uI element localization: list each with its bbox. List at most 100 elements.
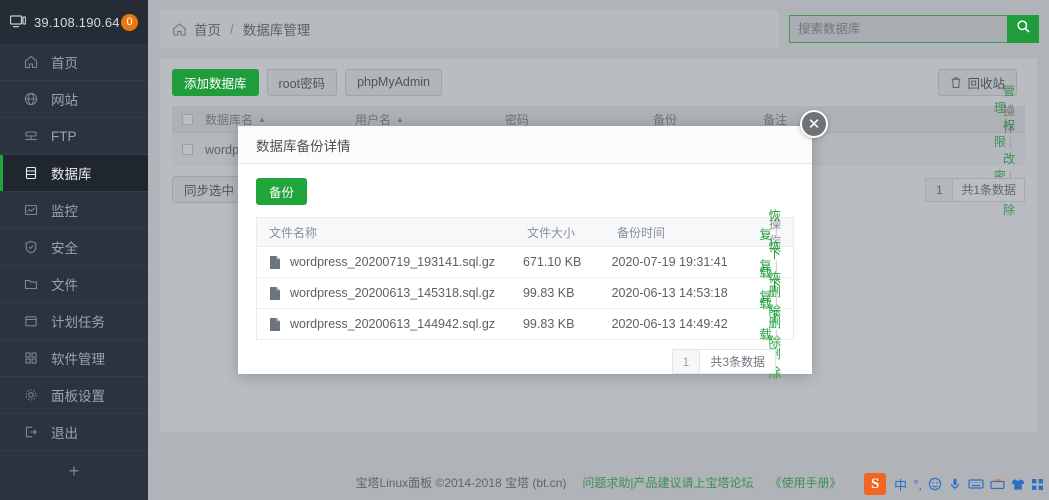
- sidebar-item-label: 监控: [51, 204, 78, 219]
- sidebar-item-label: 计划任务: [51, 315, 105, 330]
- cell-filesize: 671.10 KB: [522, 255, 582, 269]
- column-header-password: 密码: [505, 112, 530, 127]
- search-icon: [1016, 19, 1031, 39]
- column-header-user[interactable]: 用户名 ▲: [355, 111, 505, 128]
- phpmyadmin-button[interactable]: phpMyAdmin: [345, 68, 443, 96]
- action-separator: |: [1008, 134, 1013, 149]
- sidebar-item-monitor[interactable]: 监控: [0, 192, 148, 229]
- filename-text: wordpress_20200613_145318.sql.gz: [290, 286, 496, 300]
- cell-backuptime: 2020-06-13 14:53:18: [611, 286, 728, 300]
- home-icon: [172, 22, 187, 37]
- sidebar: 39.108.190.64 0 首页 网站 FTP 数据库 监控 安全 文件 计…: [0, 0, 148, 500]
- sidebar-item-files[interactable]: 文件: [0, 266, 148, 303]
- cell-backuptime: 2020-06-13 14:49:42: [611, 317, 728, 331]
- keyboard-icon[interactable]: [968, 478, 984, 490]
- server-ip: 39.108.190.64: [34, 14, 120, 30]
- action-separator: |: [774, 328, 779, 342]
- cell-filename: wordpress_20200613_145318.sql.gz: [269, 286, 523, 301]
- select-all-checkbox[interactable]: [182, 113, 193, 125]
- search-box: [789, 15, 1039, 43]
- trash-icon: [950, 76, 962, 89]
- modal-pagination-total: 共3条数据: [700, 349, 776, 374]
- cell-filename: wordpress_20200613_144942.sql.gz: [269, 317, 523, 332]
- backup-row[interactable]: wordpress_20200719_193141.sql.gz 671.10 …: [257, 209, 793, 318]
- sidebar-item-label: 安全: [51, 241, 78, 256]
- filename-text: wordpress_20200719_193141.sql.gz: [290, 255, 496, 269]
- ime-toolbar: S 中 °,: [864, 471, 1047, 497]
- monitor-icon: [10, 15, 26, 29]
- sort-asc-icon: ▲: [396, 114, 404, 124]
- gear-icon: [22, 388, 40, 402]
- sidebar-item-label: 退出: [51, 426, 78, 441]
- file-icon: [269, 317, 281, 332]
- smiley-icon[interactable]: [928, 477, 942, 491]
- sidebar-item-software[interactable]: 软件管理: [0, 340, 148, 377]
- topbar: 首页 / 数据库管理: [148, 0, 1049, 58]
- modal-footer: 1 共3条数据: [256, 340, 794, 374]
- shield-icon: [22, 240, 40, 254]
- sort-asc-icon: ▲: [258, 114, 266, 124]
- footer-copyright: 宝塔Linux面板 ©2014-2018 宝塔 (bt.cn): [355, 475, 567, 490]
- backup-table-header: 文件名称 文件大小 备份时间 操作: [257, 217, 793, 248]
- sync-selected-button[interactable]: 同步选中: [172, 176, 247, 203]
- apps-icon[interactable]: [1031, 478, 1044, 491]
- skin-icon[interactable]: [1011, 478, 1025, 491]
- action-separator: |: [774, 290, 779, 304]
- footer-manual-link[interactable]: 《使用手册》: [770, 474, 842, 491]
- cell-filename: wordpress_20200719_193141.sql.gz: [269, 255, 523, 270]
- file-icon: [269, 286, 281, 301]
- backup-button[interactable]: 备份: [256, 178, 308, 205]
- backup-row[interactable]: wordpress_20200613_145318.sql.gz 99.83 K…: [257, 240, 793, 349]
- column-header-backuptime: 备份时间: [617, 225, 666, 240]
- root-password-button[interactable]: root密码: [266, 68, 338, 96]
- modal-title: 数据库备份详情: [238, 126, 812, 164]
- sidebar-item-home[interactable]: 首页: [0, 44, 148, 81]
- close-icon[interactable]: ✕: [800, 110, 828, 138]
- column-label: 数据库名: [205, 112, 254, 127]
- row-checkbox[interactable]: [182, 144, 193, 155]
- database-icon: [22, 166, 40, 180]
- grid-icon: [22, 351, 40, 365]
- sogou-logo-icon[interactable]: S: [864, 473, 887, 495]
- sidebar-item-ftp[interactable]: FTP: [0, 118, 148, 155]
- column-label: 用户名: [355, 112, 392, 127]
- sidebar-item-label: 文件: [51, 278, 78, 293]
- sidebar-item-settings[interactable]: 面板设置: [0, 377, 148, 414]
- breadcrumb: 首页 / 数据库管理: [160, 10, 779, 48]
- column-header-filesize: 文件大小: [527, 225, 576, 240]
- sidebar-item-logout[interactable]: 退出: [0, 414, 148, 451]
- sidebar-item-website[interactable]: 网站: [0, 81, 148, 118]
- footer-forum-link[interactable]: 问题求助|产品建议请上宝塔论坛: [582, 474, 753, 491]
- breadcrumb-current: 数据库管理: [242, 23, 311, 38]
- mic-icon[interactable]: [948, 477, 962, 491]
- sidebar-add-button[interactable]: +: [0, 451, 148, 491]
- file-icon: [269, 255, 281, 270]
- folder-icon: [22, 277, 40, 291]
- sidebar-item-label: 软件管理: [51, 352, 105, 367]
- cell-filesize: 99.83 KB: [522, 317, 575, 331]
- pagination-total: 共1条数据: [953, 177, 1025, 202]
- notification-badge[interactable]: 0: [121, 13, 138, 31]
- add-database-button[interactable]: 添加数据库: [172, 68, 259, 96]
- sidebar-item-label: 网站: [51, 93, 78, 108]
- column-header-name[interactable]: 数据库名 ▲: [205, 111, 355, 128]
- modal-pagination-page-1[interactable]: 1: [671, 349, 701, 374]
- sidebar-item-security[interactable]: 安全: [0, 229, 148, 266]
- toolbox-icon[interactable]: [990, 478, 1005, 490]
- search-button[interactable]: [1007, 15, 1039, 43]
- sidebar-item-label: FTP: [51, 128, 77, 144]
- pagination-page-1[interactable]: 1: [925, 177, 954, 202]
- breadcrumb-home[interactable]: 首页: [194, 19, 221, 39]
- column-header-backup: 备份: [653, 112, 678, 127]
- sidebar-item-cron[interactable]: 计划任务: [0, 303, 148, 340]
- backup-file-table: 文件名称 文件大小 备份时间 操作 wordpress_20200719_193…: [256, 209, 794, 380]
- home-icon: [22, 55, 40, 69]
- search-input[interactable]: [789, 15, 1007, 43]
- backup-row[interactable]: wordpress_20200613_144942.sql.gz 99.83 K…: [257, 271, 793, 380]
- sidebar-item-label: 首页: [51, 56, 78, 71]
- ime-language-toggle[interactable]: 中: [894, 475, 907, 494]
- sidebar-item-database[interactable]: 数据库: [0, 155, 148, 192]
- monitor-chart-icon: [22, 203, 40, 217]
- sidebar-header: 39.108.190.64 0: [0, 0, 148, 44]
- ime-punctuation-toggle[interactable]: °,: [913, 477, 922, 492]
